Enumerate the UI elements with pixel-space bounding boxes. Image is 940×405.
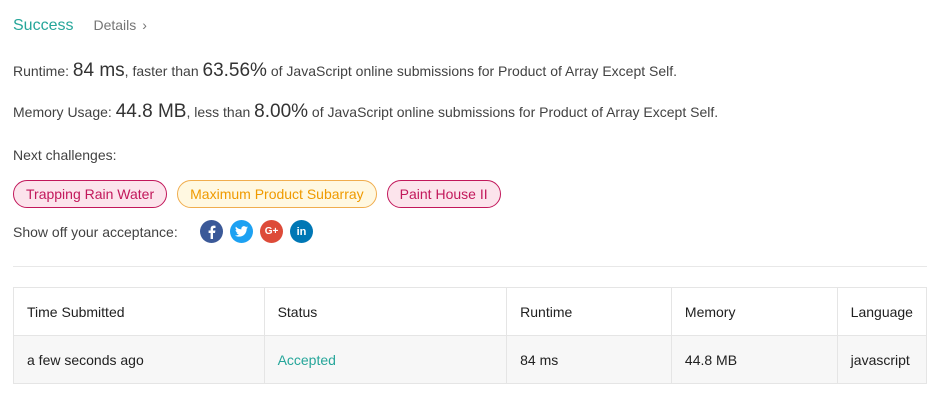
linkedin-icon[interactable]: in xyxy=(290,220,313,243)
facebook-icon[interactable] xyxy=(200,220,223,243)
details-link[interactable]: Details › xyxy=(93,17,146,33)
header-status[interactable]: Status xyxy=(263,287,508,336)
runtime-summary: Runtime: 84 ms, faster than 63.56% of Ja… xyxy=(13,60,677,82)
challenge-tag-trapping-rain-water[interactable]: Trapping Rain Water xyxy=(13,180,168,208)
google-plus-glyph: G+ xyxy=(264,226,279,237)
runtime-percent: 63.56% xyxy=(202,60,267,81)
submissions-table: Time Submitted Status Runtime Memory Lan… xyxy=(13,287,928,384)
runtime-value: 84 ms xyxy=(72,60,125,81)
runtime-compare-text: , faster than xyxy=(124,63,203,79)
memory-suffix: of JavaScript online submissions for Pro… xyxy=(308,104,719,120)
chevron-right-icon: › xyxy=(142,17,147,33)
twitter-icon[interactable] xyxy=(230,220,253,243)
linkedin-glyph: in xyxy=(296,225,307,238)
share-icons: G+ in xyxy=(200,220,313,243)
cell-runtime: 84 ms xyxy=(506,335,672,384)
memory-compare-text: , less than xyxy=(186,104,255,120)
twitter-glyph xyxy=(235,226,248,237)
header-memory[interactable]: Memory xyxy=(670,287,838,336)
challenge-tag-paint-house-ii[interactable]: Paint House II xyxy=(386,180,501,208)
facebook-glyph xyxy=(208,225,216,239)
next-challenges-list: Trapping Rain Water Maximum Product Suba… xyxy=(13,180,501,208)
memory-value: 44.8 MB xyxy=(115,101,187,122)
cell-status: Accepted xyxy=(263,335,508,384)
result-status-title: Success xyxy=(13,17,74,34)
header-time-submitted[interactable]: Time Submitted xyxy=(13,287,265,336)
details-label: Details xyxy=(93,17,137,33)
cell-memory: 44.8 MB xyxy=(670,335,838,384)
cell-time-submitted: a few seconds ago xyxy=(13,335,265,384)
memory-summary: Memory Usage: 44.8 MB, less than 8.00% o… xyxy=(13,101,718,123)
challenge-tag-maximum-product-subarray[interactable]: Maximum Product Subarray xyxy=(177,180,377,208)
accepted-status-link[interactable]: Accepted xyxy=(278,352,336,368)
submission-header: Success Details › xyxy=(13,17,147,35)
section-divider xyxy=(13,266,927,267)
runtime-label: Runtime: xyxy=(13,63,73,79)
share-row: Show off your acceptance: G+ in xyxy=(13,220,313,243)
table-row: a few seconds ago Accepted 84 ms 44.8 MB… xyxy=(13,335,928,384)
memory-percent: 8.00% xyxy=(254,101,309,122)
memory-label: Memory Usage: xyxy=(13,104,116,120)
runtime-suffix: of JavaScript online submissions for Pro… xyxy=(266,63,678,79)
share-label: Show off your acceptance: xyxy=(13,223,178,240)
cell-language: javascript xyxy=(836,335,928,384)
table-header-row: Time Submitted Status Runtime Memory Lan… xyxy=(13,287,928,336)
header-runtime[interactable]: Runtime xyxy=(506,287,672,336)
header-language[interactable]: Language xyxy=(836,287,928,336)
google-plus-icon[interactable]: G+ xyxy=(260,220,283,243)
next-challenges-label: Next challenges: xyxy=(13,147,117,163)
